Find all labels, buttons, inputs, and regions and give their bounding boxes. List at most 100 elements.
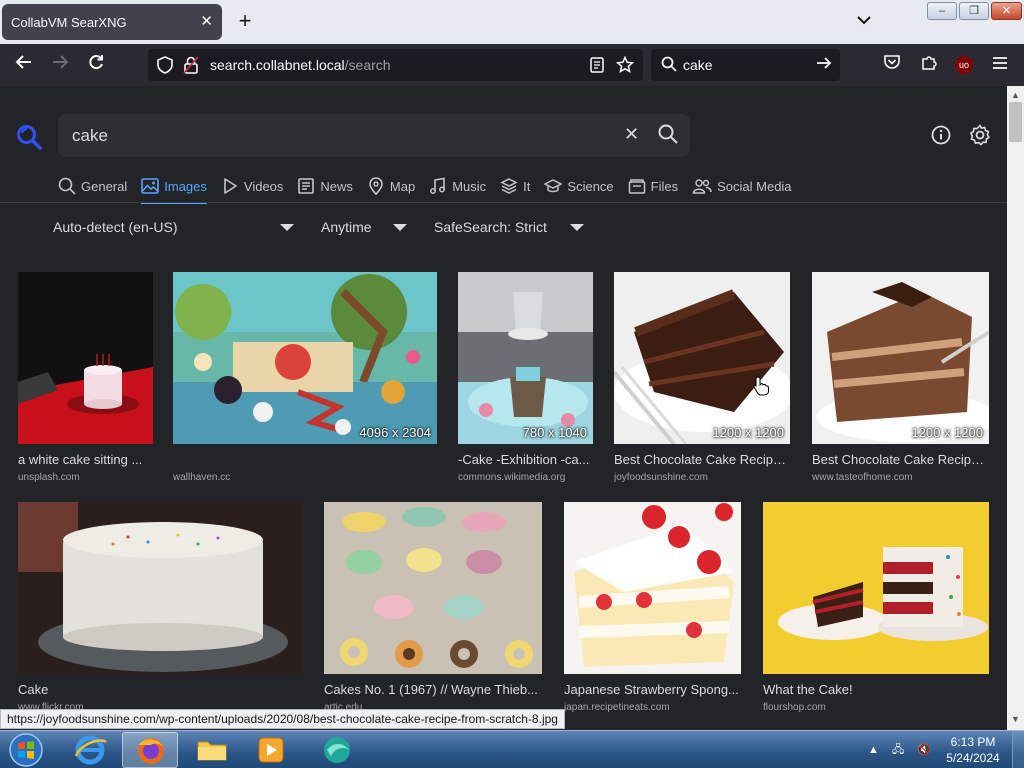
tab-close-icon[interactable]: ✕	[200, 12, 213, 30]
back-button[interactable]	[12, 53, 36, 77]
scrollbar-thumb[interactable]	[1009, 102, 1022, 142]
tab-science[interactable]: Science	[544, 176, 614, 204]
show-desktop-button[interactable]	[1012, 731, 1024, 768]
browser-tab-strip: CollabVM SearXNG ✕ + ‒ ❐ ✕	[0, 0, 1024, 44]
result-thumbnail[interactable]	[763, 502, 989, 674]
result-thumbnail[interactable]: 1200 x 1200	[614, 272, 790, 444]
tab-music[interactable]: Music	[429, 176, 486, 204]
firefox-taskbar-icon[interactable]	[122, 732, 178, 768]
system-tray: ▲ 🖧 🔇	[868, 741, 931, 760]
clear-search-icon[interactable]: ✕	[624, 124, 639, 145]
url-text[interactable]: search.collabnet.local/search	[210, 57, 391, 73]
result-title[interactable]: Best Chocolate Cake Recipe...	[812, 452, 989, 467]
safesearch-select[interactable]: SafeSearch: Strict	[434, 219, 589, 241]
result-resolution: 780 x 1040	[522, 425, 587, 440]
result-thumbnail[interactable]	[324, 502, 542, 674]
tab-it[interactable]: It	[500, 176, 530, 204]
clock-date: 5/24/2024	[946, 751, 1000, 765]
show-hidden-icons-icon[interactable]: ▲	[868, 744, 879, 756]
time-range-select[interactable]: Anytime	[321, 219, 411, 241]
reader-view-icon[interactable]	[588, 56, 606, 74]
media-player-icon[interactable]	[243, 732, 299, 768]
scroll-down-arrow-icon[interactable]: ▼	[1011, 714, 1020, 724]
category-divider	[0, 202, 1007, 203]
internet-explorer-icon[interactable]	[62, 732, 118, 768]
result-thumbnail[interactable]	[564, 502, 741, 674]
volume-muted-icon[interactable]: 🔇	[917, 744, 931, 756]
new-tab-button[interactable]: +	[234, 8, 256, 36]
maximize-button[interactable]: ❐	[959, 2, 989, 20]
result-source: flourshop.com	[763, 702, 826, 713]
browser-toolbar: search.collabnet.local/search cake uo	[0, 44, 1024, 86]
ublock-origin-icon[interactable]: uo	[955, 56, 973, 74]
newspaper-icon	[298, 178, 315, 194]
file-explorer-icon[interactable]	[184, 732, 240, 768]
result-source: japan.recipetineats.com	[564, 702, 670, 713]
result-title[interactable]: Cakes No. 1 (1967) // Wayne Thieb...	[324, 682, 542, 697]
result-thumbnail[interactable]: 1200 x 1200	[812, 272, 989, 444]
result-thumbnail[interactable]: 780 x 1040	[458, 272, 593, 444]
tab-videos[interactable]: Videos	[221, 176, 283, 204]
windows-taskbar: ▲ 🖧 🔇 6:13 PM 5/24/2024	[0, 730, 1024, 768]
start-button[interactable]	[6, 732, 46, 768]
network-icon[interactable]: 🖧	[892, 744, 904, 756]
result-title[interactable]: Japanese Strawberry Spong...	[564, 682, 741, 697]
go-arrow-icon[interactable]	[816, 55, 832, 76]
browser-tab[interactable]: CollabVM SearXNG ✕	[2, 4, 222, 40]
app-globe-icon[interactable]	[309, 732, 365, 768]
result-title[interactable]: a white cake sitting ...	[18, 452, 153, 467]
tab-label: General	[81, 178, 128, 194]
result-thumbnail[interactable]	[18, 272, 153, 444]
tab-files[interactable]: Files	[628, 176, 678, 204]
scroll-up-arrow-icon[interactable]: ▲	[1011, 90, 1020, 100]
url-bar[interactable]: search.collabnet.local/search	[148, 49, 643, 81]
tab-social-media[interactable]: Social Media	[692, 176, 792, 204]
tab-label: Files	[650, 178, 679, 194]
safesearch-value: SafeSearch: Strict	[434, 219, 547, 235]
close-window-button[interactable]: ✕	[991, 2, 1022, 20]
info-icon[interactable]	[931, 125, 951, 145]
tab-label: Music	[452, 178, 487, 194]
tab-map[interactable]: Map	[367, 176, 415, 204]
pocket-icon[interactable]	[880, 53, 904, 77]
result-title[interactable]: Cake	[18, 682, 302, 697]
result-thumbnail[interactable]: 4096 x 2304	[173, 272, 437, 444]
browser-search-value[interactable]: cake	[683, 57, 713, 73]
link-status-tooltip: https://joyfoodsunshine.com/wp-content/u…	[0, 709, 565, 729]
forward-button[interactable]	[48, 53, 72, 77]
chevron-down-icon	[393, 224, 407, 231]
tab-label: It	[523, 178, 531, 194]
hamburger-menu-icon[interactable]	[988, 53, 1012, 77]
language-select[interactable]: Auto-detect (en-US)	[53, 219, 303, 241]
extensions-puzzle-icon[interactable]	[917, 53, 941, 77]
searxng-logo-icon[interactable]	[16, 124, 42, 150]
tab-news[interactable]: News	[297, 176, 353, 204]
tab-label: News	[320, 178, 353, 194]
school-icon	[544, 179, 563, 193]
query-box[interactable]: cake ✕	[58, 114, 690, 157]
chevron-down-icon	[280, 224, 294, 231]
tab-general[interactable]: General	[58, 176, 127, 204]
result-title[interactable]: -Cake -Exhibition -ca...	[458, 452, 593, 467]
result-thumbnail[interactable]	[18, 502, 302, 674]
query-input[interactable]: cake	[72, 126, 108, 146]
list-all-tabs-chevron-icon[interactable]	[853, 12, 875, 34]
shield-icon[interactable]	[156, 56, 174, 74]
chevron-down-icon	[570, 224, 584, 231]
reload-button[interactable]	[84, 53, 108, 77]
page-scrollbar[interactable]: ▲ ▼	[1007, 86, 1024, 730]
taskbar-clock[interactable]: 6:13 PM 5/24/2024	[938, 734, 1008, 766]
language-value: Auto-detect (en-US)	[53, 219, 178, 235]
result-title[interactable]: What the Cake!	[763, 682, 989, 697]
insecure-lock-icon[interactable]	[182, 56, 200, 74]
tab-images[interactable]: Images	[141, 176, 207, 204]
tab-label: Social Media	[717, 178, 792, 194]
minimize-button[interactable]: ‒	[927, 2, 957, 20]
bookmark-star-icon[interactable]	[615, 55, 635, 74]
browser-search-bar[interactable]: cake	[651, 49, 840, 81]
result-source: www.tasteofhome.com	[812, 472, 913, 483]
preferences-gear-icon[interactable]	[969, 124, 991, 146]
result-source: commons.wikimedia.org	[458, 472, 566, 483]
result-title[interactable]: Best Chocolate Cake Recipe...	[614, 452, 790, 467]
search-submit-icon[interactable]	[658, 124, 680, 146]
